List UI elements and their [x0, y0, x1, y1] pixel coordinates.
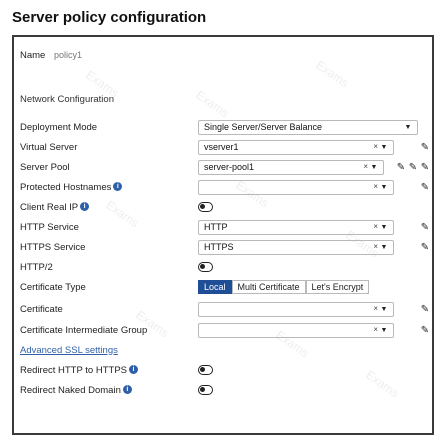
advanced-ssl-link[interactable]: Advanced SSL settings [20, 345, 195, 356]
http-service-value: HTTP [204, 222, 228, 232]
edit-pencil-icon[interactable]: ✎ [420, 303, 430, 315]
edit-pencil-icon[interactable]: ✎ [420, 221, 430, 233]
client-real-ip-row: Client Real IP i [20, 197, 426, 217]
protected-hostnames-select[interactable]: × ▼ [198, 179, 394, 195]
chevron-down-icon: ▼ [380, 143, 388, 151]
deployment-mode-select[interactable]: Single Server/Server Balance ▼ [198, 119, 418, 135]
cert-type-letsencrypt-button[interactable]: Let's Encrypt [305, 280, 370, 294]
chevron-down-icon: ▼ [380, 305, 388, 313]
chevron-down-icon: ▼ [380, 243, 388, 251]
certificate-label: Certificate [20, 303, 63, 315]
server-pool-value: server-pool1 [204, 162, 255, 172]
deployment-mode-value: Single Server/Server Balance [204, 122, 323, 132]
edit-pencil-icon[interactable]: ✎ [420, 161, 430, 173]
https-service-value: HTTPS [204, 242, 234, 252]
advanced-ssl-row: Advanced SSL settings [20, 340, 426, 360]
certificate-type-label: Certificate Type [20, 281, 86, 293]
https-service-label: HTTPS Service [20, 241, 86, 253]
server-pool-label: Server Pool [20, 161, 70, 173]
intermediate-group-label: Certificate Intermediate Group [20, 324, 148, 336]
edit-pencil-icon[interactable]: ✎ [420, 141, 430, 153]
redirect-http-toggle[interactable] [198, 365, 213, 375]
info-icon[interactable]: i [113, 182, 123, 192]
certificate-select[interactable]: × ▼ [198, 301, 394, 317]
http-service-select[interactable]: HTTP × ▼ [198, 219, 394, 235]
http2-row: HTTP/2 [20, 257, 426, 277]
info-icon[interactable]: i [122, 385, 132, 395]
virtual-server-select[interactable]: vserver1 × ▼ [198, 139, 394, 155]
edit-pencil-icon[interactable]: ✎ [408, 161, 418, 173]
network-config-section: Network Configuration [20, 89, 426, 109]
page-title: Server policy configuration [12, 9, 207, 26]
intermediate-group-row: Certificate Intermediate Group × ▼ ✎ [20, 320, 429, 340]
chevron-down-icon: ▼ [370, 163, 378, 171]
info-icon[interactable]: i [129, 365, 138, 375]
protected-hostnames-label: Protected Hostnames i [20, 182, 195, 193]
deployment-mode-row: Deployment Mode Single Server/Server Bal… [20, 117, 426, 137]
name-row: Name [20, 45, 426, 65]
client-real-ip-label: Client Real IP i [20, 202, 195, 213]
cert-type-local-button[interactable]: Local [198, 280, 232, 294]
server-pool-row: Server Pool server-pool1 × ▼ ✎ ✎ ✎ [20, 157, 429, 177]
http-service-row: HTTP Service HTTP × ▼ ✎ [20, 217, 429, 237]
edit-pencil-icon[interactable]: ✎ [420, 324, 430, 336]
chevron-down-icon: ▼ [380, 183, 388, 191]
redirect-naked-label: Redirect Naked Domain i [20, 385, 195, 396]
redirect-naked-row: Redirect Naked Domain i [20, 380, 426, 400]
protected-hostnames-text: Protected Hostnames [20, 181, 112, 193]
client-real-ip-text: Client Real IP [20, 201, 79, 213]
chevron-down-icon: ▼ [380, 223, 388, 231]
http2-toggle[interactable] [198, 262, 213, 272]
name-input[interactable] [54, 48, 88, 62]
chevron-down-icon: ▼ [380, 326, 388, 334]
edit-pencil-icon[interactable]: ✎ [420, 241, 430, 253]
server-policy-form: Name Network Configuration Deployment Mo… [12, 35, 434, 435]
certificate-type-segmented: Local Multi Certificate Let's Encrypt [198, 280, 370, 294]
https-service-row: HTTPS Service HTTPS × ▼ ✎ [20, 237, 429, 257]
certificate-type-row: Certificate Type Local Multi Certificate… [20, 277, 426, 297]
redirect-naked-toggle[interactable] [198, 385, 213, 395]
redirect-http-text: Redirect HTTP to HTTPS [20, 364, 127, 376]
virtual-server-label: Virtual Server [20, 141, 78, 153]
client-real-ip-toggle[interactable] [198, 202, 213, 212]
info-icon[interactable]: i [80, 202, 90, 212]
network-config-heading: Network Configuration [20, 93, 114, 105]
certificate-row: Certificate × ▼ ✎ [20, 299, 429, 319]
protected-hostnames-row: Protected Hostnames i × ▼ ✎ [20, 177, 429, 197]
deployment-mode-label: Deployment Mode [20, 121, 98, 133]
edit-pencil-icon[interactable]: ✎ [396, 161, 406, 173]
redirect-naked-text: Redirect Naked Domain [20, 384, 121, 396]
server-pool-select[interactable]: server-pool1 × ▼ [198, 159, 384, 175]
http-service-label: HTTP Service [20, 221, 79, 233]
chevron-down-icon: ▼ [404, 123, 412, 131]
redirect-http-row: Redirect HTTP to HTTPS i [20, 360, 426, 380]
https-service-select[interactable]: HTTPS × ▼ [198, 239, 394, 255]
intermediate-group-select[interactable]: × ▼ [198, 322, 394, 338]
virtual-server-value: vserver1 [204, 142, 239, 152]
redirect-http-label: Redirect HTTP to HTTPS i [20, 365, 195, 376]
virtual-server-row: Virtual Server vserver1 × ▼ ✎ [20, 137, 429, 157]
cert-type-multi-button[interactable]: Multi Certificate [231, 280, 306, 294]
http2-label: HTTP/2 [20, 261, 53, 273]
name-label: Name [20, 49, 46, 61]
edit-pencil-icon[interactable]: ✎ [420, 181, 430, 193]
